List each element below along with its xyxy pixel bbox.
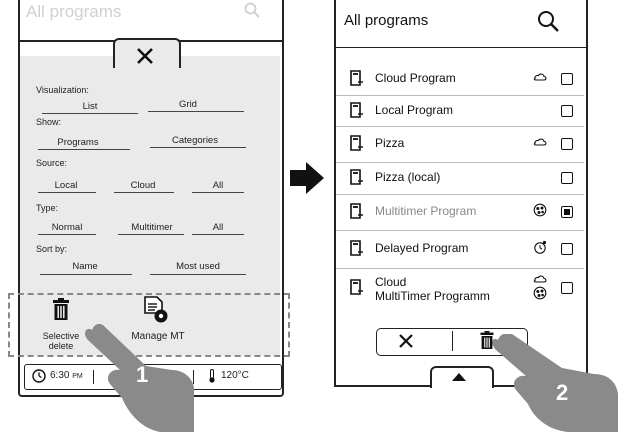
program-name-line-1: Cloud bbox=[375, 275, 407, 289]
page-title: All programs bbox=[344, 12, 429, 29]
program-name: Multitimer Program bbox=[375, 204, 477, 218]
program-name: Cloud Program bbox=[375, 71, 456, 85]
search-icon[interactable] bbox=[537, 10, 559, 32]
delayed-icon bbox=[534, 240, 547, 254]
cloud-icon bbox=[533, 73, 547, 81]
multitimer-icon bbox=[533, 203, 547, 217]
cloud-icon bbox=[533, 138, 547, 146]
program-document-icon bbox=[350, 102, 363, 118]
program-document-icon bbox=[350, 203, 363, 219]
show-label: Show: bbox=[36, 117, 62, 127]
option-underline bbox=[38, 234, 96, 235]
program-checkbox[interactable] bbox=[561, 138, 573, 150]
option-underline bbox=[38, 192, 96, 193]
option-underline bbox=[192, 192, 244, 193]
close-icon[interactable] bbox=[133, 44, 157, 68]
cancel-icon[interactable] bbox=[398, 333, 414, 349]
option-source-all[interactable]: All bbox=[200, 180, 236, 191]
option-underline bbox=[114, 192, 174, 193]
step-1-badge: 1 bbox=[136, 362, 149, 387]
clock-icon bbox=[32, 369, 46, 383]
program-checkbox[interactable] bbox=[561, 206, 573, 218]
program-document-icon bbox=[350, 240, 363, 256]
multitimer-icon bbox=[533, 286, 547, 300]
source-label: Source: bbox=[36, 158, 68, 168]
option-underline bbox=[38, 149, 130, 150]
status-time: 6:30 PM bbox=[50, 370, 83, 381]
option-name[interactable]: Name bbox=[60, 261, 110, 272]
option-categories[interactable]: Categories bbox=[160, 135, 230, 146]
cloud-icon bbox=[533, 275, 547, 283]
option-underline bbox=[40, 274, 132, 275]
program-name: Delayed Program bbox=[375, 241, 469, 255]
program-name: Cloud MultiTimer Programm bbox=[375, 275, 490, 303]
left-header-title: All programs bbox=[26, 2, 122, 21]
search-icon[interactable] bbox=[244, 2, 260, 18]
thermometer-icon bbox=[209, 369, 215, 383]
option-local[interactable]: Local bbox=[44, 180, 88, 191]
program-checkbox[interactable] bbox=[561, 243, 573, 255]
trash-icon[interactable] bbox=[52, 298, 70, 320]
sort-label: Sort by: bbox=[36, 244, 68, 254]
program-name: Pizza bbox=[375, 136, 405, 150]
program-name: Local Program bbox=[375, 103, 454, 117]
type-label: Type: bbox=[36, 203, 59, 213]
option-most-used[interactable]: Most used bbox=[166, 261, 230, 272]
option-multitimer[interactable]: Multitimer bbox=[120, 222, 184, 233]
program-checkbox[interactable] bbox=[561, 105, 573, 117]
program-checkbox[interactable] bbox=[561, 73, 573, 85]
option-underline bbox=[148, 111, 244, 112]
option-underline bbox=[42, 113, 138, 114]
option-underline bbox=[192, 234, 244, 235]
chevron-up-icon[interactable] bbox=[452, 373, 466, 381]
option-underline bbox=[150, 147, 246, 148]
option-cloud[interactable]: Cloud bbox=[120, 180, 166, 191]
program-name-line-2: MultiTimer Programm bbox=[375, 289, 490, 303]
program-checkbox[interactable] bbox=[561, 172, 573, 184]
program-name: Pizza (local) bbox=[375, 170, 441, 184]
option-list[interactable]: List bbox=[60, 101, 120, 112]
action-divider bbox=[452, 331, 453, 351]
program-document-icon bbox=[350, 279, 363, 295]
program-document-icon bbox=[350, 135, 363, 151]
option-type-all[interactable]: All bbox=[200, 222, 236, 233]
program-document-icon bbox=[350, 70, 363, 86]
option-underline bbox=[150, 274, 246, 275]
program-document-icon bbox=[350, 169, 363, 185]
title-divider bbox=[336, 47, 586, 48]
option-normal[interactable]: Normal bbox=[40, 222, 94, 233]
step-2-badge: 2 bbox=[556, 380, 569, 405]
program-checkbox[interactable] bbox=[561, 282, 573, 294]
option-grid[interactable]: Grid bbox=[160, 99, 216, 110]
option-programs[interactable]: Programs bbox=[46, 137, 110, 148]
arrow-right-icon bbox=[290, 162, 324, 194]
status-temperature: 120°C bbox=[221, 370, 249, 381]
visualization-label: Visualization: bbox=[36, 85, 89, 95]
option-underline bbox=[118, 234, 184, 235]
